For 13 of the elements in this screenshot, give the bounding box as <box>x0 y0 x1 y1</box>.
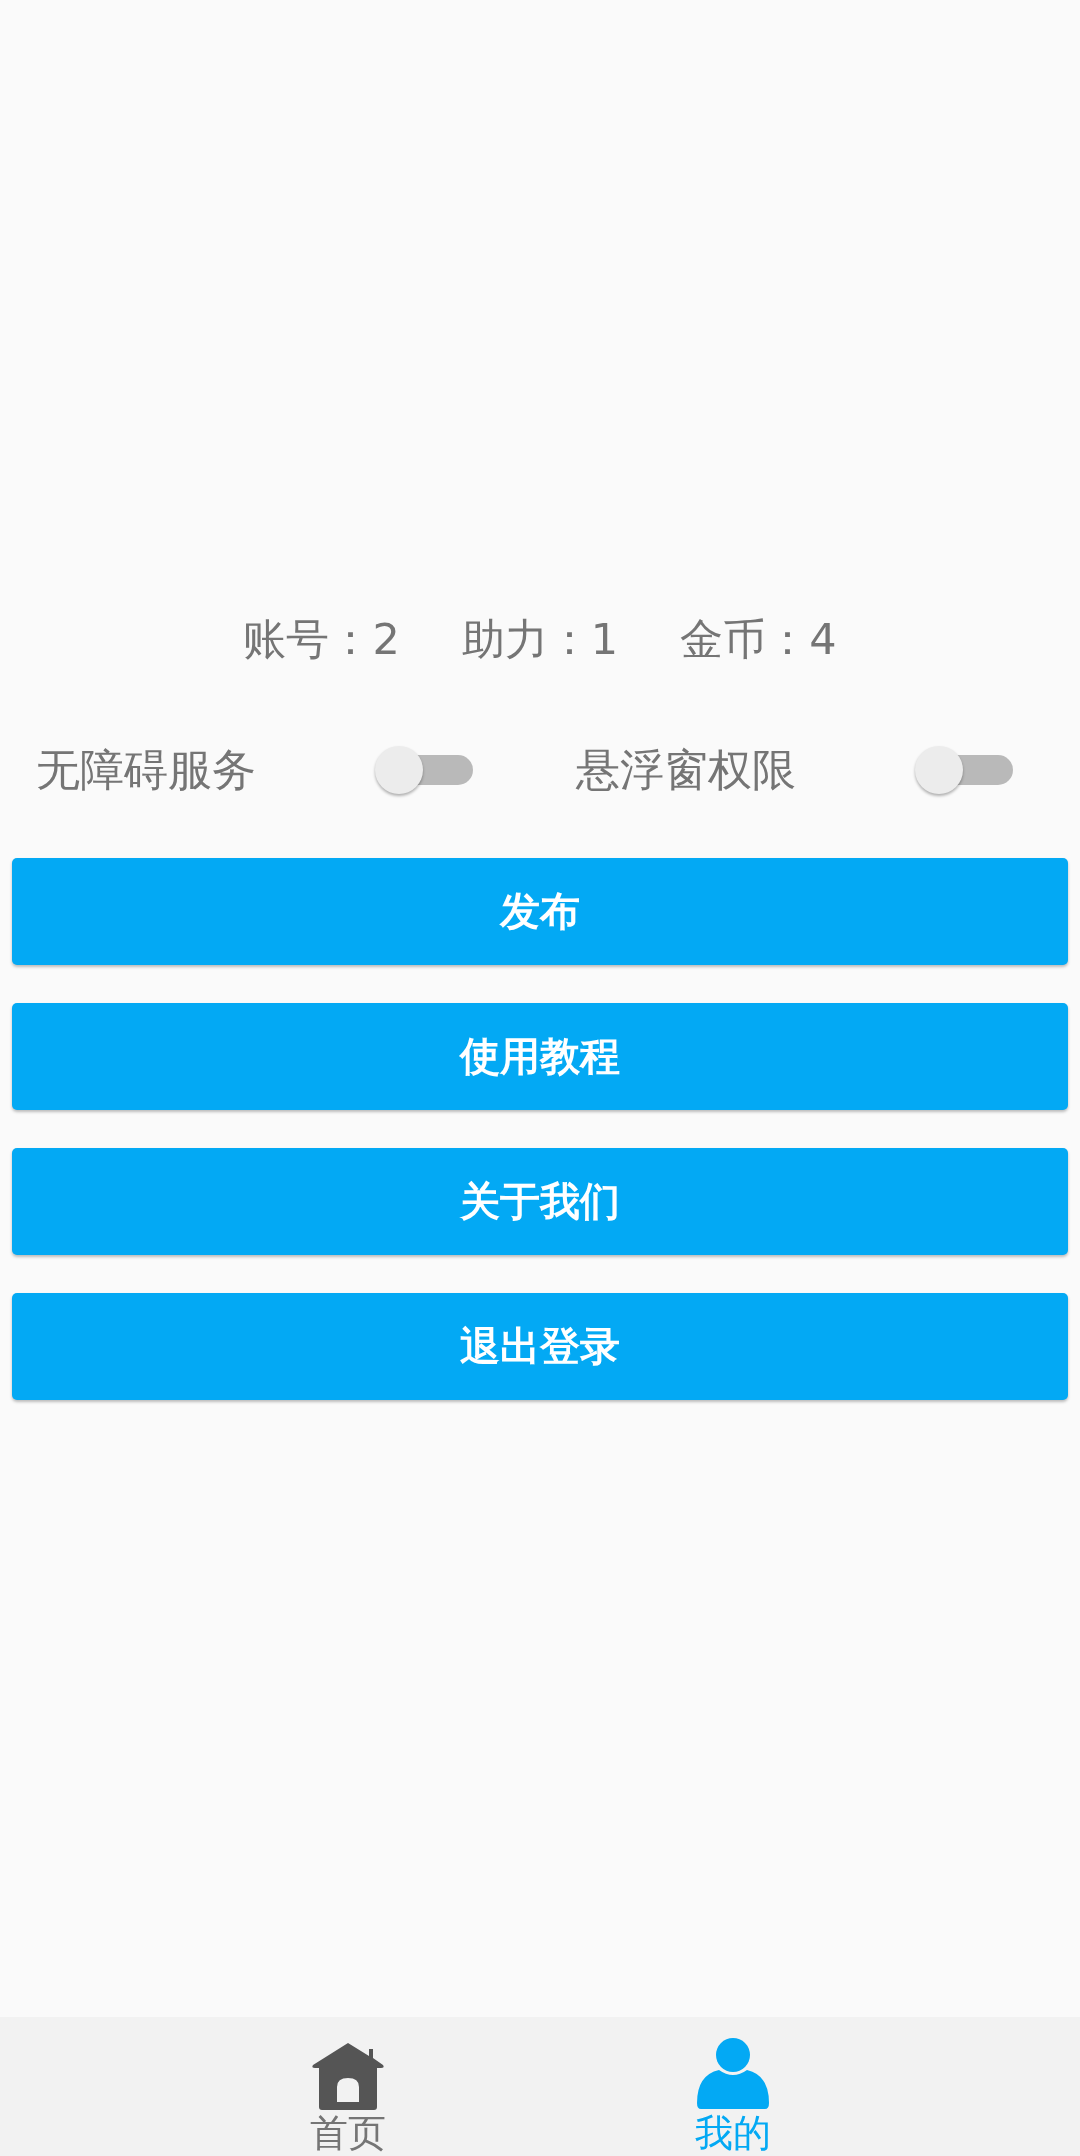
nav-tab[interactable]: 首页 <box>287 2017 408 2156</box>
nav-tab[interactable]: 我的 <box>672 2017 793 2156</box>
action-button[interactable]: 退出登录 <box>12 1293 1068 1400</box>
home-icon <box>310 2041 385 2111</box>
stat-text: 账号：2 <box>243 613 400 666</box>
stat-text: 金币：4 <box>680 613 837 666</box>
action-button[interactable]: 使用教程 <box>12 1003 1068 1110</box>
action-button[interactable]: 发布 <box>12 858 1068 965</box>
action-button[interactable]: 关于我们 <box>12 1148 1068 1255</box>
stat-text: 助力：1 <box>461 613 619 666</box>
switch-label: 无障碍服务 <box>36 742 257 797</box>
person-icon <box>696 2037 769 2111</box>
switch-label: 悬浮窗权限 <box>576 742 797 797</box>
